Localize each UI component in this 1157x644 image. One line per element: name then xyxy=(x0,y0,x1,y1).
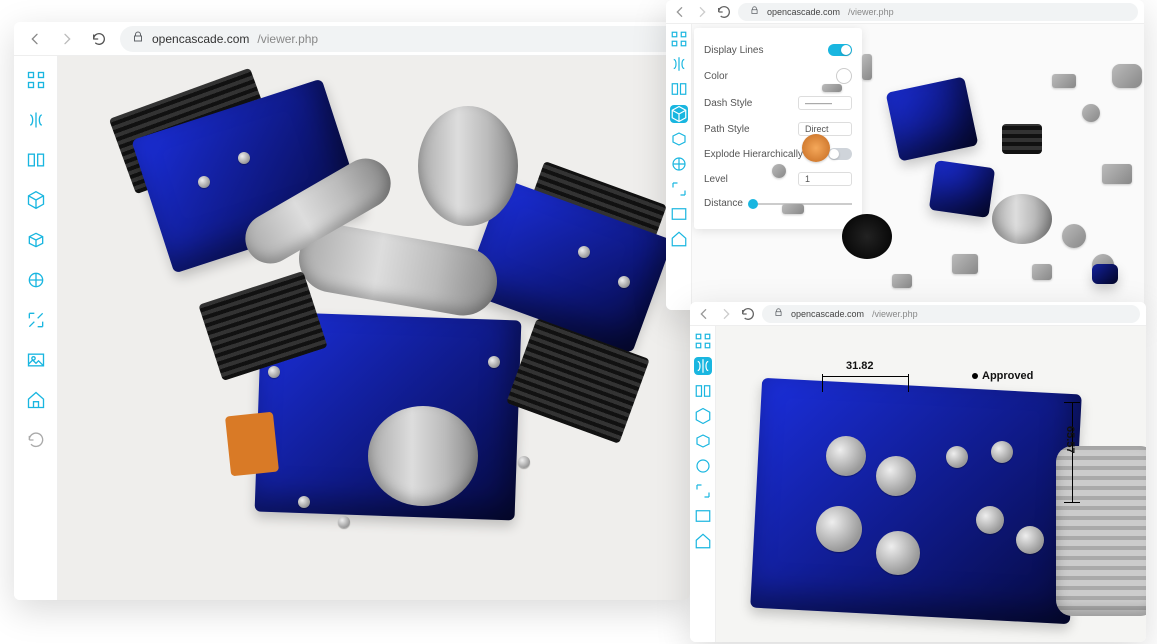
app-body xyxy=(14,56,690,600)
reload-button[interactable] xyxy=(740,306,756,322)
url-path: /viewer.php xyxy=(872,309,918,319)
lock-icon xyxy=(774,308,783,319)
cube-icon[interactable] xyxy=(22,186,50,214)
url-domain: opencascade.com xyxy=(791,309,864,319)
lock-icon xyxy=(750,6,759,17)
left-toolbar xyxy=(690,326,716,642)
home-icon[interactable] xyxy=(22,386,50,414)
image-icon[interactable] xyxy=(694,507,712,525)
left-toolbar xyxy=(666,24,692,310)
home-icon[interactable] xyxy=(670,230,688,248)
viewport-3d-measure[interactable]: 31.82 Approved 65.57 xyxy=(716,326,1146,642)
annotation-approved: Approved xyxy=(972,370,1033,382)
url-domain: opencascade.com xyxy=(152,32,249,46)
exploded-window: opencascade.com/viewer.php Display Lines xyxy=(666,0,1144,310)
box-icon[interactable] xyxy=(22,226,50,254)
mirror-icon[interactable] xyxy=(22,106,50,134)
reload-button[interactable] xyxy=(716,4,732,20)
measure-window: opencascade.com/viewer.php xyxy=(690,302,1146,642)
cube-icon[interactable] xyxy=(694,407,712,425)
home-icon[interactable] xyxy=(694,532,712,550)
back-button[interactable] xyxy=(672,4,688,20)
section-icon[interactable] xyxy=(670,80,688,98)
grid-icon[interactable] xyxy=(694,332,712,350)
dimension-1: 31.82 xyxy=(846,360,874,372)
viewport-3d-exploded[interactable]: Display Lines Color Dash Style ——— Path … xyxy=(692,24,1144,310)
forward-button[interactable] xyxy=(718,306,734,322)
dimension-2: 65.57 xyxy=(1064,426,1076,454)
image-icon[interactable] xyxy=(670,205,688,223)
layers-icon[interactable] xyxy=(22,266,50,294)
viewport-3d[interactable] xyxy=(58,56,690,600)
grid-icon[interactable] xyxy=(22,66,50,94)
section-icon[interactable] xyxy=(22,146,50,174)
browser-toolbar: opencascade.com/viewer.php xyxy=(690,302,1146,326)
box-icon[interactable] xyxy=(694,432,712,450)
url-domain: opencascade.com xyxy=(767,7,840,17)
address-bar[interactable]: opencascade.com/viewer.php xyxy=(738,3,1138,21)
app-body: 31.82 Approved 65.57 xyxy=(690,326,1146,642)
image-icon[interactable] xyxy=(22,346,50,374)
engine-model xyxy=(58,56,690,600)
layers-icon[interactable] xyxy=(670,155,688,173)
expand-icon[interactable] xyxy=(22,306,50,334)
forward-button[interactable] xyxy=(694,4,710,20)
box-icon[interactable] xyxy=(670,130,688,148)
app-body: Display Lines Color Dash Style ——— Path … xyxy=(666,24,1144,310)
lock-icon xyxy=(132,31,144,46)
expand-icon[interactable] xyxy=(670,180,688,198)
browser-toolbar: opencascade.com/viewer.php xyxy=(666,0,1144,24)
expand-icon[interactable] xyxy=(694,482,712,500)
mirror-icon[interactable] xyxy=(694,357,712,375)
main-window: opencascade.com/viewer.php xyxy=(14,22,690,600)
back-button[interactable] xyxy=(24,28,46,50)
refresh-icon[interactable] xyxy=(22,426,50,454)
cube-icon[interactable] xyxy=(670,105,688,123)
back-button[interactable] xyxy=(696,306,712,322)
exploded-model xyxy=(692,24,1144,310)
grid-icon[interactable] xyxy=(670,30,688,48)
address-bar[interactable]: opencascade.com/viewer.php xyxy=(120,26,680,52)
reload-button[interactable] xyxy=(88,28,110,50)
mirror-icon[interactable] xyxy=(670,55,688,73)
browser-toolbar: opencascade.com/viewer.php xyxy=(14,22,690,56)
measure-model: 31.82 Approved 65.57 xyxy=(716,326,1146,642)
address-bar[interactable]: opencascade.com/viewer.php xyxy=(762,305,1140,323)
url-path: /viewer.php xyxy=(257,32,318,46)
section-icon[interactable] xyxy=(694,382,712,400)
layers-icon[interactable] xyxy=(694,457,712,475)
forward-button[interactable] xyxy=(56,28,78,50)
left-toolbar xyxy=(14,56,58,600)
url-path: /viewer.php xyxy=(848,7,894,17)
